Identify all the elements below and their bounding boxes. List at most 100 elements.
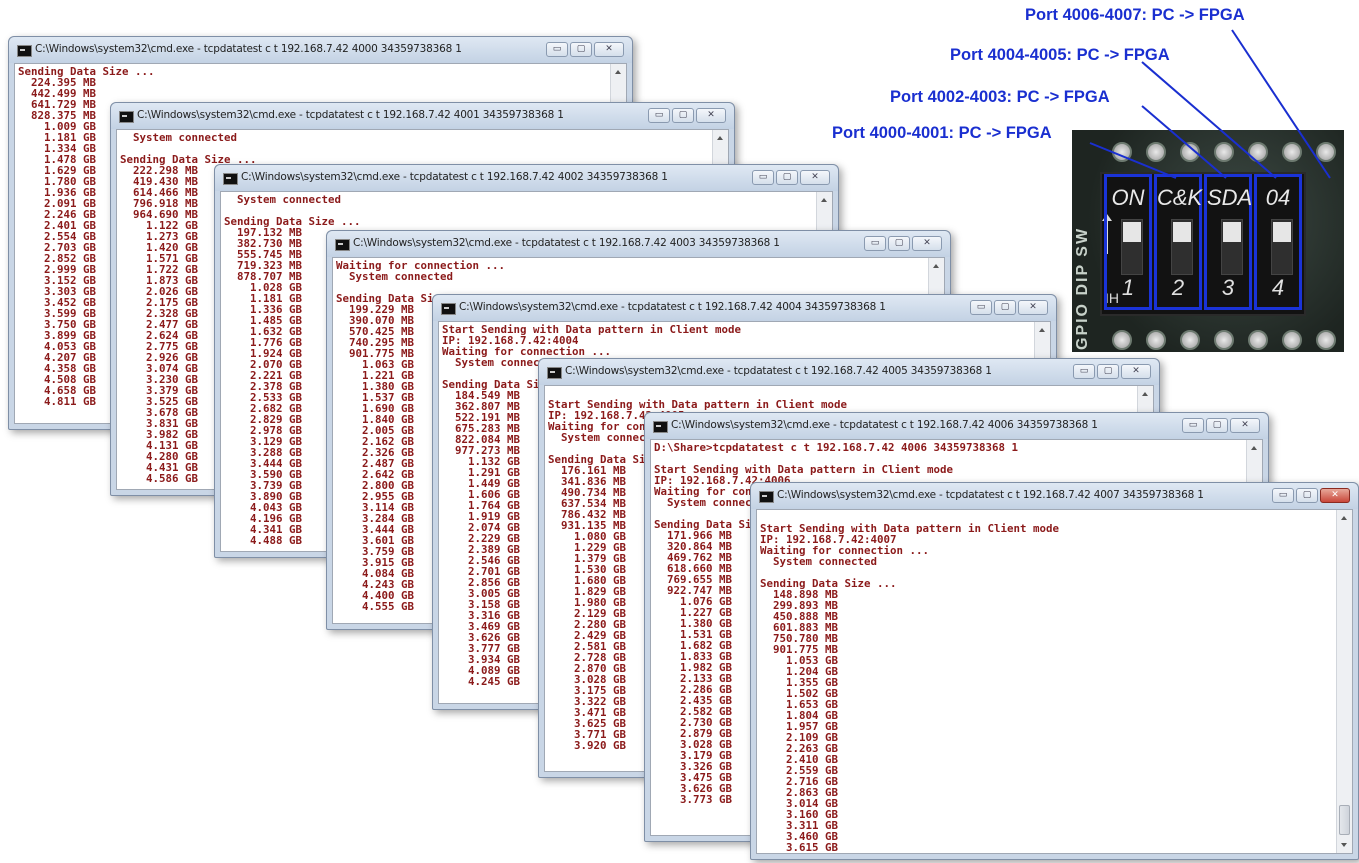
scroll-thumb[interactable] <box>1339 805 1350 835</box>
port-label-4000-4001: Port 4000-4001: PC -> FPGA <box>832 124 1052 142</box>
maximize-button[interactable]: ▢ <box>672 108 694 123</box>
dip-switch-2: C&K 2 <box>1154 174 1202 310</box>
maximize-button[interactable]: ▢ <box>776 170 798 185</box>
switch-marking: 04 <box>1265 185 1291 210</box>
cmd-icon <box>223 173 238 185</box>
scrollbar[interactable] <box>1336 510 1352 853</box>
switch-number: 4 <box>1271 275 1285 300</box>
header-pins-bottom <box>1112 330 1336 350</box>
cmd-window-4007[interactable]: C:\Windows\system32\cmd.exe - tcpdatates… <box>750 482 1359 860</box>
switch-slot <box>1121 219 1143 275</box>
maximize-button[interactable]: ▢ <box>1206 418 1228 433</box>
window-title: C:\Windows\system32\cmd.exe - tcpdatates… <box>671 419 1098 431</box>
header-pin <box>1214 142 1234 162</box>
maximize-button[interactable]: ▢ <box>888 236 910 251</box>
close-button[interactable]: ✕ <box>1230 418 1260 433</box>
port-label-4002-4003: Port 4002-4003: PC -> FPGA <box>890 88 1110 106</box>
title-bar[interactable]: C:\Windows\system32\cmd.exe - tcpdatates… <box>539 359 1159 385</box>
switch-knob <box>1173 222 1191 242</box>
header-pin <box>1180 330 1200 350</box>
window-title: C:\Windows\system32\cmd.exe - tcpdatates… <box>459 301 886 313</box>
scroll-up-icon[interactable] <box>933 264 939 268</box>
minimize-button[interactable]: ▭ <box>546 42 568 57</box>
scroll-up-icon[interactable] <box>821 198 827 202</box>
switch-knob <box>1273 222 1291 242</box>
header-pin <box>1112 330 1132 350</box>
dip-switch-block: IH ON 1 C&K 2 SDA 3 04 4 <box>1100 172 1306 316</box>
window-title: C:\Windows\system32\cmd.exe - tcpdatates… <box>565 365 992 377</box>
cmd-icon <box>547 367 562 379</box>
window-title: C:\Windows\system32\cmd.exe - tcpdatates… <box>353 237 780 249</box>
header-pin <box>1146 330 1166 350</box>
header-pin <box>1180 142 1200 162</box>
cmd-icon <box>441 303 456 315</box>
title-bar[interactable]: C:\Windows\system32\cmd.exe - tcpdatates… <box>111 103 734 129</box>
cmd-icon <box>119 111 134 123</box>
scroll-up-icon[interactable] <box>615 70 621 74</box>
switch-marking: C&K <box>1157 185 1203 210</box>
switch-knob <box>1223 222 1241 242</box>
scroll-up-icon[interactable] <box>1341 516 1347 520</box>
maximize-button[interactable]: ▢ <box>1296 488 1318 503</box>
close-button[interactable]: ✕ <box>594 42 624 57</box>
title-bar[interactable]: C:\Windows\system32\cmd.exe - tcpdatates… <box>215 165 838 191</box>
switch-number: 3 <box>1221 275 1235 300</box>
title-bar[interactable]: C:\Windows\system32\cmd.exe - tcpdatates… <box>645 413 1268 439</box>
scroll-up-icon[interactable] <box>1142 392 1148 396</box>
minimize-button[interactable]: ▭ <box>1073 364 1095 379</box>
minimize-button[interactable]: ▭ <box>752 170 774 185</box>
console-text: Start Sending with Data pattern in Clien… <box>760 522 1060 854</box>
close-button[interactable]: ✕ <box>696 108 726 123</box>
header-pin <box>1146 142 1166 162</box>
maximize-button[interactable]: ▢ <box>1097 364 1119 379</box>
dip-switch-3: SDA 3 <box>1204 174 1252 310</box>
window-title: C:\Windows\system32\cmd.exe - tcpdatates… <box>35 43 462 55</box>
title-bar[interactable]: C:\Windows\system32\cmd.exe - tcpdatates… <box>327 231 950 257</box>
title-bar[interactable]: C:\Windows\system32\cmd.exe - tcpdatates… <box>433 295 1056 321</box>
switch-number: 2 <box>1171 275 1185 300</box>
header-pin <box>1316 330 1336 350</box>
minimize-button[interactable]: ▭ <box>648 108 670 123</box>
close-button[interactable]: ✕ <box>800 170 830 185</box>
minimize-button[interactable]: ▭ <box>864 236 886 251</box>
title-bar[interactable]: C:\Windows\system32\cmd.exe - tcpdatates… <box>751 483 1358 509</box>
close-button[interactable]: ✕ <box>1121 364 1151 379</box>
cmd-icon <box>653 421 668 433</box>
scroll-up-icon[interactable] <box>717 136 723 140</box>
window-title: C:\Windows\system32\cmd.exe - tcpdatates… <box>137 109 564 121</box>
window-title: C:\Windows\system32\cmd.exe - tcpdatates… <box>241 171 668 183</box>
dip-switch-1: ON 1 <box>1104 174 1152 310</box>
port-label-4004-4005: Port 4004-4005: PC -> FPGA <box>950 46 1170 64</box>
header-pin <box>1112 142 1132 162</box>
switch-number: 1 <box>1121 275 1135 300</box>
header-pin <box>1282 330 1302 350</box>
port-label-4006-4007: Port 4006-4007: PC -> FPGA <box>1025 6 1245 24</box>
header-pin <box>1316 142 1336 162</box>
header-pins-top <box>1112 142 1336 162</box>
cmd-icon <box>17 45 32 57</box>
switch-slot <box>1221 219 1243 275</box>
switch-marking: SDA <box>1207 185 1253 210</box>
switch-knob <box>1123 222 1141 242</box>
close-button[interactable]: ✕ <box>912 236 942 251</box>
cmd-icon <box>759 491 774 503</box>
scroll-up-icon[interactable] <box>1039 328 1045 332</box>
switch-slot <box>1271 219 1293 275</box>
switch-marking: ON <box>1111 185 1145 210</box>
minimize-button[interactable]: ▭ <box>1182 418 1204 433</box>
minimize-button[interactable]: ▭ <box>1272 488 1294 503</box>
scroll-down-icon[interactable] <box>1341 843 1347 847</box>
minimize-button[interactable]: ▭ <box>970 300 992 315</box>
maximize-button[interactable]: ▢ <box>570 42 592 57</box>
scroll-up-icon[interactable] <box>1251 446 1257 450</box>
header-pin <box>1248 142 1268 162</box>
header-pin <box>1282 142 1302 162</box>
close-button[interactable]: ✕ <box>1320 488 1350 503</box>
title-bar[interactable]: C:\Windows\system32\cmd.exe - tcpdatates… <box>9 37 632 63</box>
window-title: C:\Windows\system32\cmd.exe - tcpdatates… <box>777 489 1204 501</box>
maximize-button[interactable]: ▢ <box>994 300 1016 315</box>
console-output[interactable]: Start Sending with Data pattern in Clien… <box>756 509 1353 854</box>
gpio-dip-sw-label: GPIO DIP SW <box>1074 226 1091 350</box>
close-button[interactable]: ✕ <box>1018 300 1048 315</box>
cmd-icon <box>335 239 350 251</box>
